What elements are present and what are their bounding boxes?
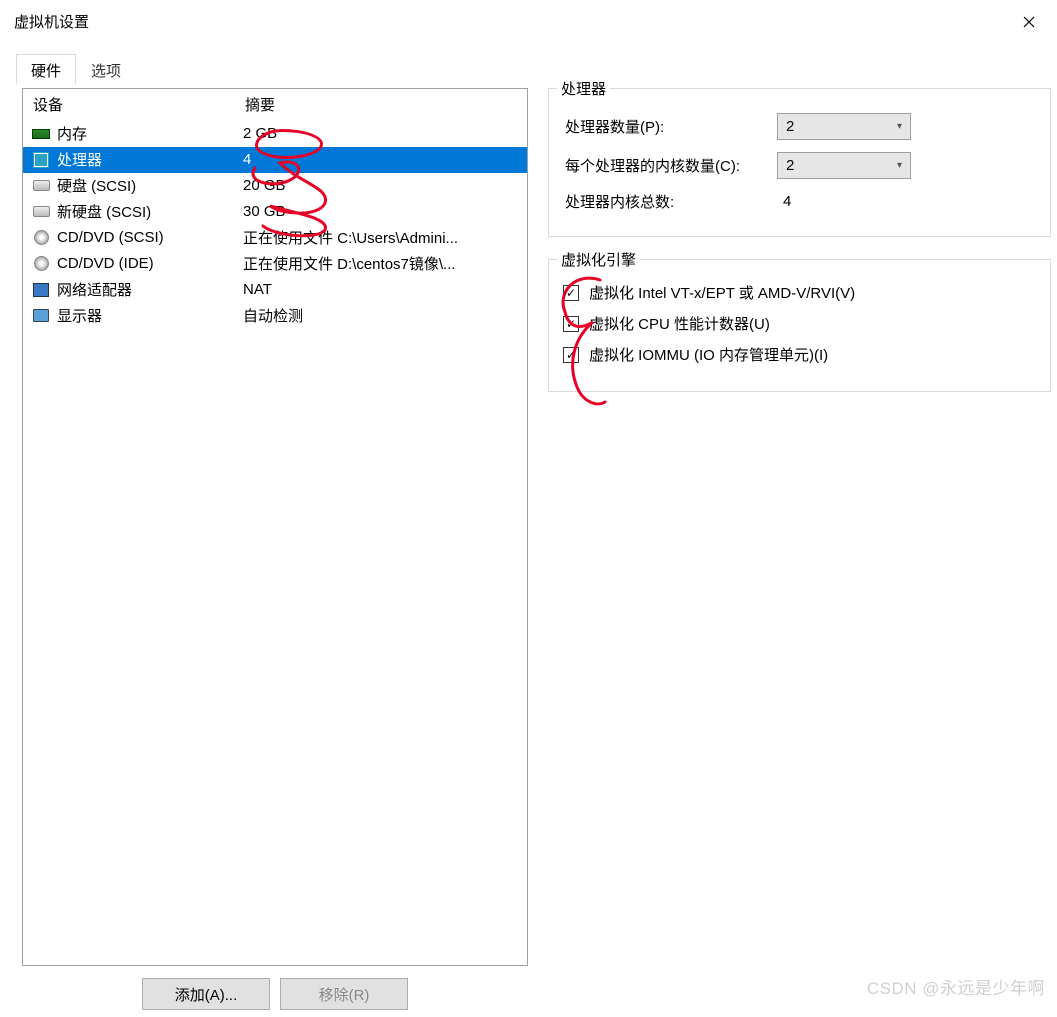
device-name: 处理器	[57, 149, 243, 170]
total-cores-label: 处理器内核总数:	[563, 191, 777, 212]
virt-vtx-label: 虚拟化 Intel VT-x/EPT 或 AMD-V/RVI(V)	[589, 282, 855, 303]
tab-hardware[interactable]: 硬件	[16, 54, 76, 84]
device-summary: NAT	[243, 281, 517, 298]
device-list-header: 设备 摘要	[23, 89, 527, 121]
processor-count-select[interactable]: 2 ▾	[777, 113, 911, 140]
virt-vtx-row[interactable]: ✓ 虚拟化 Intel VT-x/EPT 或 AMD-V/RVI(V)	[563, 282, 1036, 303]
tabs: 硬件 选项	[0, 44, 1057, 84]
cd-icon	[31, 255, 51, 273]
device-row-cd[interactable]: CD/DVD (IDE)正在使用文件 D:\centos7镜像\...	[23, 251, 527, 277]
device-summary: 4	[243, 151, 517, 168]
device-name: CD/DVD (IDE)	[57, 255, 243, 272]
device-row-disp[interactable]: 显示器自动检测	[23, 303, 527, 329]
remove-button[interactable]: 移除(R)	[280, 978, 408, 1010]
checkbox-icon: ✓	[563, 285, 579, 301]
virtualization-legend: 虚拟化引擎	[557, 249, 640, 270]
processor-fieldset: 处理器 处理器数量(P): 2 ▾ 每个处理器的内核数量(C): 2 ▾ 处理器…	[548, 88, 1051, 237]
ram-icon	[31, 125, 51, 143]
device-name: 网络适配器	[57, 279, 243, 300]
close-button[interactable]	[1006, 7, 1051, 37]
tab-options-label: 选项	[91, 63, 121, 80]
device-summary: 自动检测	[243, 305, 517, 326]
virt-cpu-counters-row[interactable]: ✓ 虚拟化 CPU 性能计数器(U)	[563, 313, 1036, 334]
virtualization-fieldset: 虚拟化引擎 ✓ 虚拟化 Intel VT-x/EPT 或 AMD-V/RVI(V…	[548, 259, 1051, 392]
net-icon	[31, 281, 51, 299]
processor-legend: 处理器	[557, 78, 610, 99]
virt-cpu-counters-label: 虚拟化 CPU 性能计数器(U)	[589, 313, 770, 334]
close-icon	[1023, 16, 1035, 28]
remove-button-label: 移除(R)	[319, 984, 370, 1005]
chevron-down-icon: ▾	[897, 121, 902, 132]
tab-options[interactable]: 选项	[76, 54, 136, 84]
device-name: 内存	[57, 123, 243, 144]
checkbox-icon: ✓	[563, 347, 579, 363]
cd-icon	[31, 229, 51, 247]
device-name: CD/DVD (SCSI)	[57, 229, 243, 246]
device-row-cd[interactable]: CD/DVD (SCSI)正在使用文件 C:\Users\Admini...	[23, 225, 527, 251]
device-summary: 20 GB	[243, 177, 517, 194]
device-row-cpu[interactable]: 处理器4	[23, 147, 527, 173]
device-summary: 正在使用文件 C:\Users\Admini...	[243, 227, 517, 248]
device-row-hdd[interactable]: 硬盘 (SCSI)20 GB	[23, 173, 527, 199]
window-title: 虚拟机设置	[14, 11, 89, 32]
titlebar: 虚拟机设置	[0, 0, 1057, 44]
device-name: 硬盘 (SCSI)	[57, 175, 243, 196]
processor-count-label: 处理器数量(P):	[563, 116, 777, 137]
cores-per-processor-value: 2	[786, 157, 794, 174]
device-summary: 30 GB	[243, 203, 517, 220]
device-row-hdd[interactable]: 新硬盘 (SCSI)30 GB	[23, 199, 527, 225]
device-summary: 2 GB	[243, 125, 517, 142]
header-device: 设备	[33, 94, 245, 115]
button-row: 添加(A)... 移除(R)	[22, 978, 528, 1010]
device-name: 显示器	[57, 305, 243, 326]
cores-per-processor-label: 每个处理器的内核数量(C):	[563, 155, 777, 176]
hdd-icon	[31, 177, 51, 195]
cpu-icon	[31, 151, 51, 169]
watermark: CSDN @永远是少年啊	[867, 974, 1045, 999]
disp-icon	[31, 307, 51, 325]
virt-iommu-label: 虚拟化 IOMMU (IO 内存管理单元)(I)	[589, 344, 828, 365]
device-summary: 正在使用文件 D:\centos7镜像\...	[243, 253, 517, 274]
device-row-ram[interactable]: 内存2 GB	[23, 121, 527, 147]
device-name: 新硬盘 (SCSI)	[57, 201, 243, 222]
add-button[interactable]: 添加(A)...	[142, 978, 270, 1010]
device-row-net[interactable]: 网络适配器NAT	[23, 277, 527, 303]
checkbox-icon: ✓	[563, 316, 579, 332]
processor-count-value: 2	[786, 118, 794, 135]
cores-per-processor-select[interactable]: 2 ▾	[777, 152, 911, 179]
device-list: 设备 摘要 内存2 GB处理器4硬盘 (SCSI)20 GB新硬盘 (SCSI)…	[22, 88, 528, 966]
chevron-down-icon: ▾	[897, 160, 902, 171]
add-button-label: 添加(A)...	[175, 984, 238, 1005]
tab-hardware-label: 硬件	[31, 63, 61, 80]
hdd-icon	[31, 203, 51, 221]
header-summary: 摘要	[245, 94, 517, 115]
virt-iommu-row[interactable]: ✓ 虚拟化 IOMMU (IO 内存管理单元)(I)	[563, 344, 1036, 365]
total-cores-value: 4	[777, 193, 791, 210]
